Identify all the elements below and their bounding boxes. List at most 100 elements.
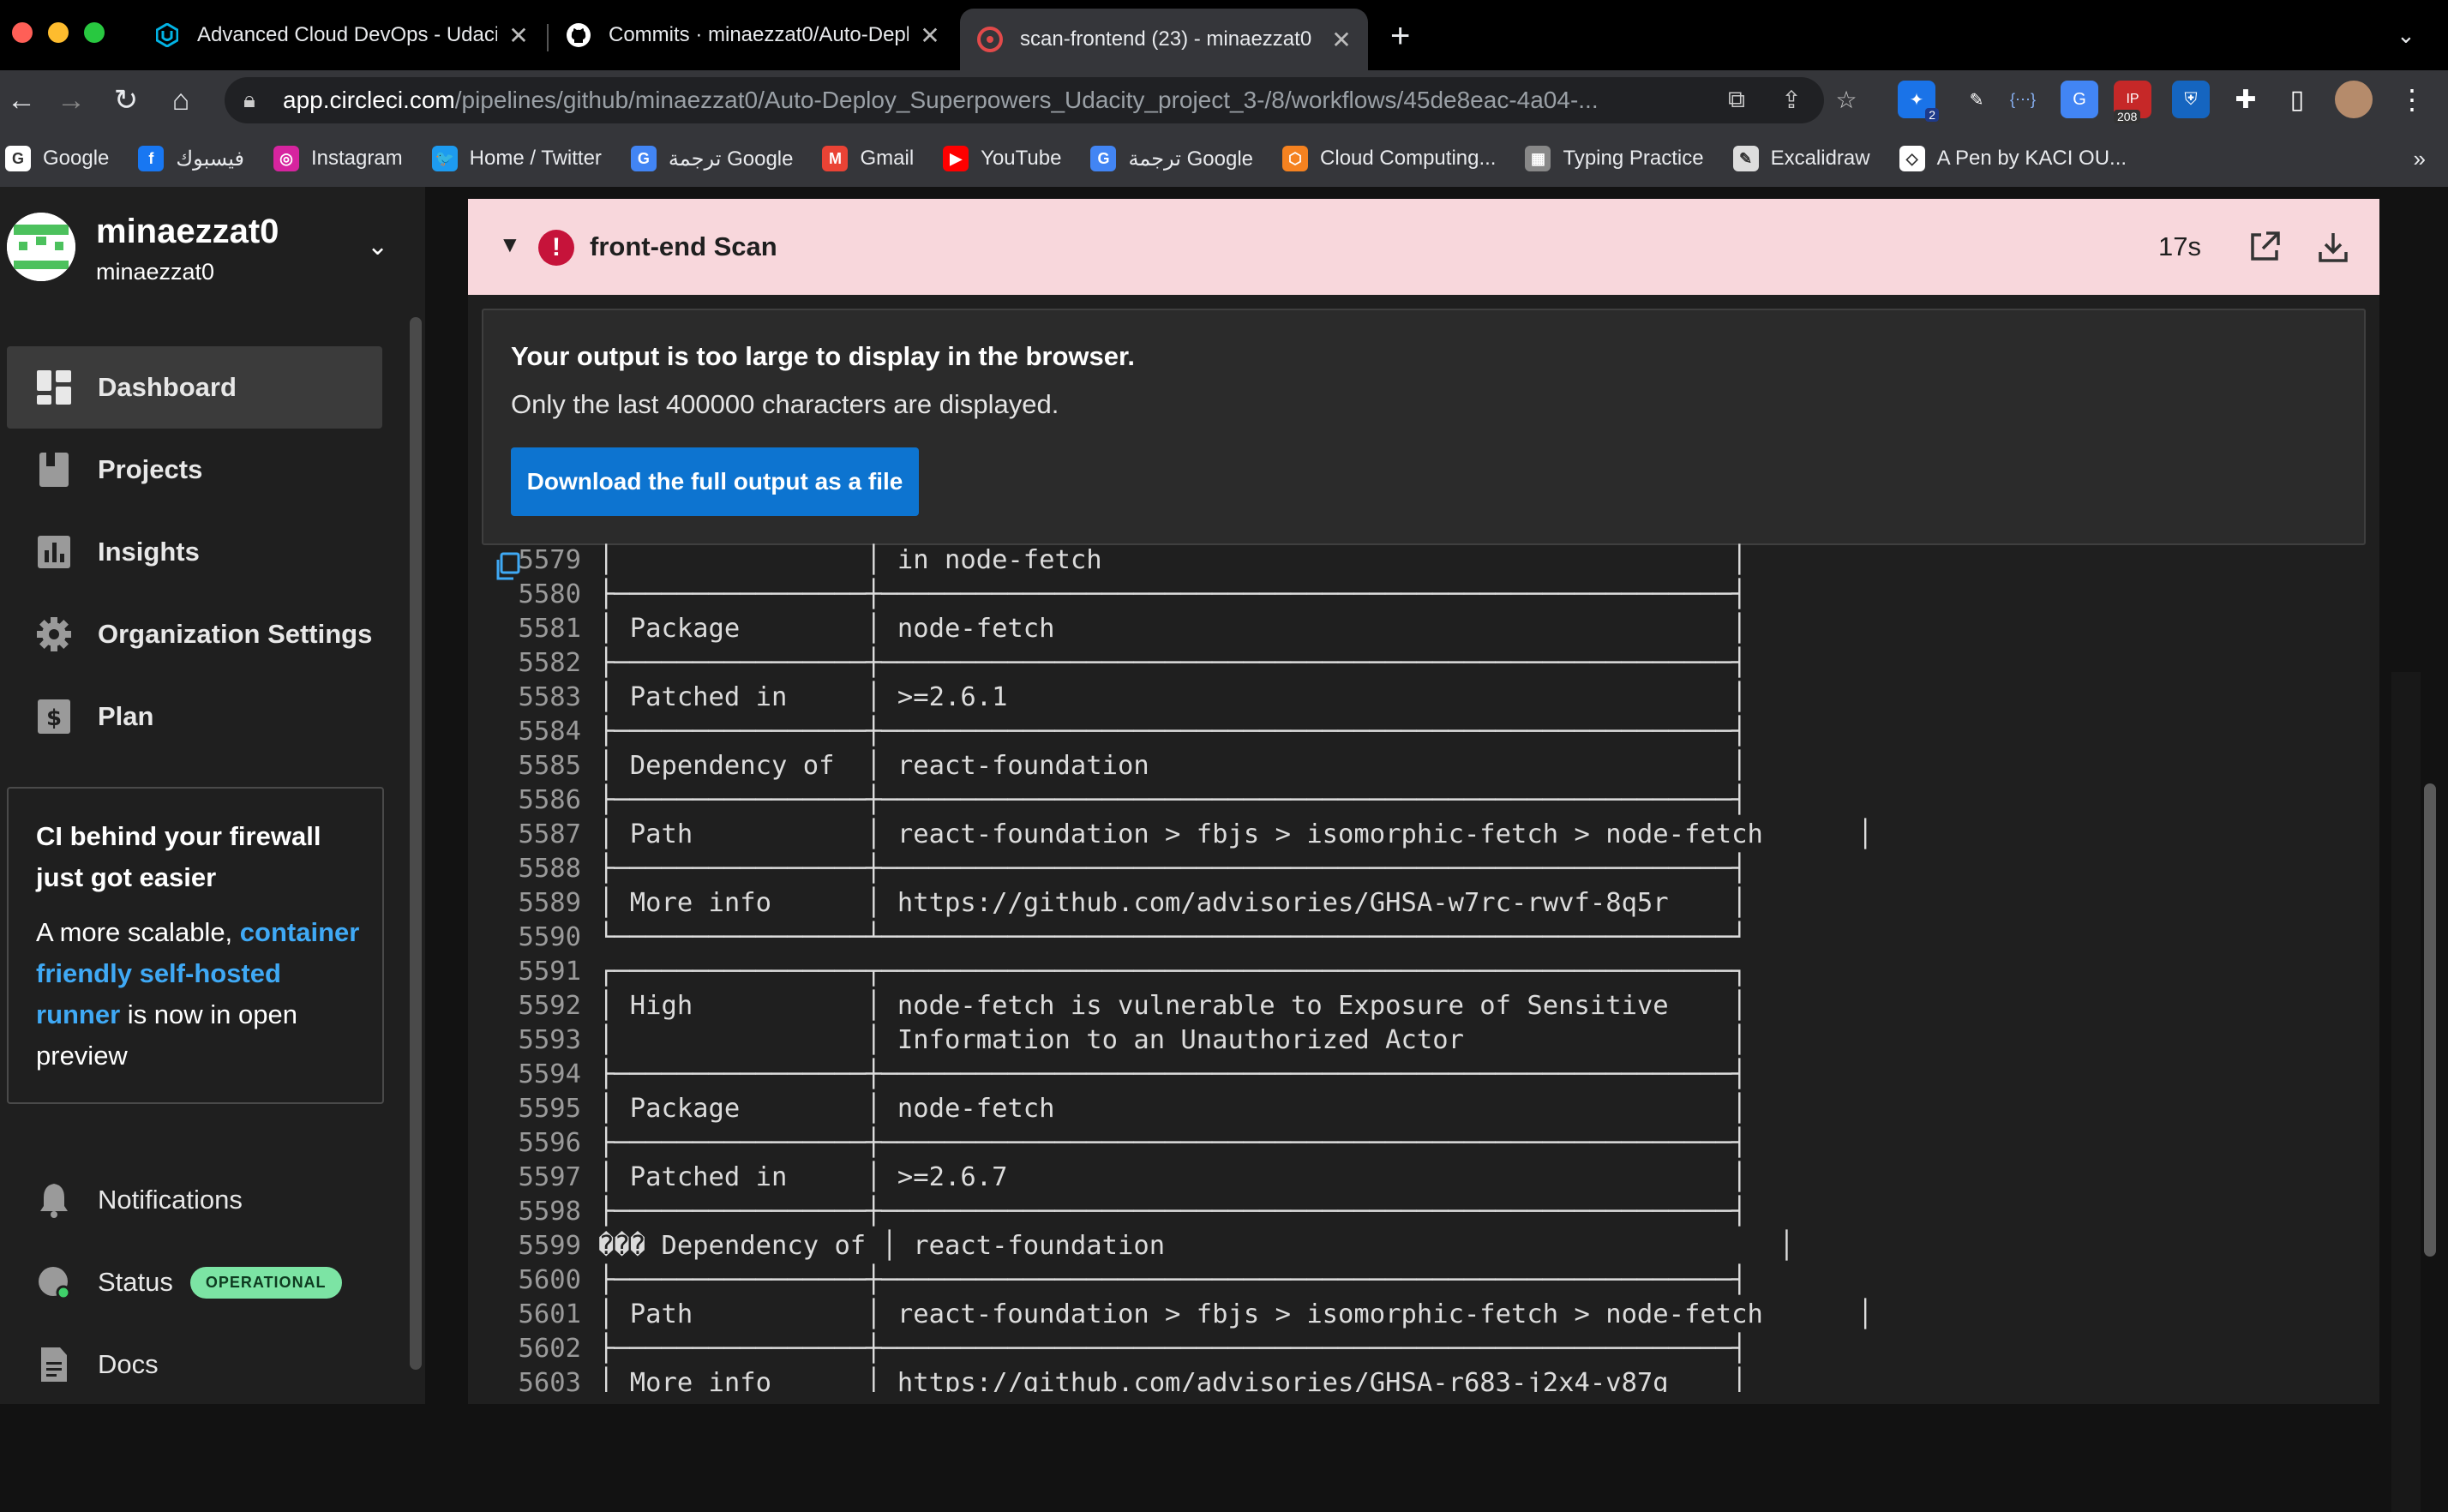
bookmark-item[interactable]: G ترجمة Google — [630, 146, 793, 171]
sidebar-item-docs[interactable]: Docs — [7, 1323, 382, 1406]
line-number: 5585 — [518, 751, 581, 781]
line-number: 5583 — [518, 682, 581, 712]
tab-github-commits[interactable]: Commits · minaezzat0/Auto-Deploy ✕ — [566, 9, 943, 62]
bookmark-favicon-icon: f — [138, 146, 165, 171]
output-truncated-notice: Your output is too large to display in t… — [482, 309, 2366, 545]
sidebar-item-label: Insights — [98, 537, 200, 567]
bookmark-item[interactable]: ⬡ Cloud Computing... — [1282, 146, 1496, 171]
sidebar-item-plan[interactable]: $ Plan — [7, 675, 382, 758]
avatar[interactable] — [2335, 81, 2373, 118]
line-text: │ More info │ https://github.com/advisor… — [598, 1368, 1748, 1392]
main-scrollbar[interactable] — [2424, 783, 2436, 1257]
bookmark-item[interactable]: M Gmail — [822, 146, 914, 171]
org-switcher[interactable]: minaezzat0 minaezzat0 ⌄ — [0, 187, 425, 314]
bookmark-item[interactable]: ◇ A Pen by KACI OU... — [1899, 146, 2127, 171]
line-text: │ Package │ node-fetch │ — [598, 1094, 1748, 1124]
close-icon[interactable]: ✕ — [1329, 26, 1354, 54]
bookmark-star-icon[interactable]: ☆ — [1829, 82, 1863, 117]
projects-icon — [34, 450, 74, 489]
line-number: 5590 — [518, 922, 581, 952]
puzzle-icon[interactable]: ✚ — [2227, 81, 2265, 118]
bookmark-label: Instagram — [310, 147, 403, 170]
url-host: app.circleci.com — [283, 87, 455, 113]
bookmark-item[interactable]: ▦ Typing Practice — [1525, 146, 1704, 171]
lock-icon: 🔒︎ — [243, 87, 255, 112]
gear-icon — [34, 615, 74, 654]
bookmark-item[interactable]: G ترجمة Google — [1090, 146, 1253, 171]
line-number: 5581 — [518, 614, 581, 644]
line-text: │ │ Information to an Unauthorized Actor… — [598, 1025, 1748, 1055]
sidebar: minaezzat0 minaezzat0 ⌄ Dashboard Projec… — [0, 187, 425, 1404]
promo-body-pre: A more scalable, — [36, 917, 240, 947]
pen-extension-icon[interactable]: ✎ — [1958, 81, 1995, 118]
back-icon[interactable]: ← — [0, 79, 43, 122]
sidebar-item-dashboard[interactable]: Dashboard — [7, 346, 382, 429]
sidebar-item-label: Organization Settings — [98, 619, 373, 649]
line-text: ├────────────────┼──────────────────────… — [598, 854, 1748, 884]
line-text: ├────────────────┼──────────────────────… — [598, 579, 1748, 609]
chevron-down-icon[interactable]: ⌄ — [367, 231, 388, 261]
sidebar-item-label: Status — [98, 1267, 173, 1297]
open-external-icon[interactable] — [2241, 223, 2289, 271]
bookmark-item[interactable]: G Google — [5, 146, 109, 171]
close-icon[interactable]: ✕ — [506, 21, 531, 50]
bookmark-favicon-icon: ⬡ — [1282, 146, 1309, 171]
sidepanel-icon[interactable]: ▯ — [2278, 81, 2316, 118]
bookmark-favicon-icon: G — [5, 146, 31, 171]
sidebar-item-label: Docs — [98, 1349, 159, 1379]
bookmark-favicon-icon: M — [822, 146, 849, 171]
close-icon[interactable]: ✕ — [917, 21, 943, 50]
share-icon[interactable]: ⇪ — [1774, 82, 1809, 117]
promo-body: A more scalable, container friendly self… — [36, 912, 362, 1077]
bookmark-item[interactable]: ▶ YouTube — [943, 146, 1061, 171]
bookmark-item[interactable]: 🐦 Home / Twitter — [431, 146, 602, 171]
extension-badge: 208 — [2114, 110, 2141, 123]
job-step-header[interactable]: ▼ ! front-end Scan 17s — [468, 199, 2379, 295]
maximize-window-button[interactable] — [84, 22, 105, 43]
extension-icon[interactable]: ✦ 2 — [1898, 81, 1939, 122]
line-number: 5597 — [518, 1162, 581, 1192]
line-number: 5599 — [518, 1231, 581, 1261]
new-tab-button[interactable]: + — [1390, 17, 1410, 56]
sidebar-item-notifications[interactable]: Notifications — [7, 1159, 382, 1241]
docs-icon — [34, 1345, 74, 1384]
bookmark-item[interactable]: f فيسبوك — [138, 146, 244, 171]
translate-icon[interactable]: ⧉ — [1719, 82, 1754, 117]
close-window-button[interactable] — [12, 22, 33, 43]
log-output: 5579 │ │ in node-fetch │ 5580 ├────────────… — [494, 543, 2362, 1392]
download-icon[interactable] — [2309, 223, 2357, 271]
github-icon — [566, 22, 591, 48]
shield-extension-icon[interactable]: ⛨ — [2172, 81, 2210, 118]
kebab-menu-icon[interactable]: ⋮ — [2393, 81, 2431, 118]
sidebar-item-label: Dashboard — [98, 372, 237, 402]
ip-extension-icon[interactable]: IP 208 — [2114, 81, 2151, 123]
code-extension-icon[interactable]: {⋯} — [2004, 81, 2042, 118]
minimize-window-button[interactable] — [48, 22, 69, 43]
bookmark-item[interactable]: ✎ Excalidraw — [1732, 146, 1870, 171]
tab-circleci-active[interactable]: scan-frontend (23) - minaezzat0 ✕ — [960, 9, 1368, 70]
bookmark-item[interactable]: ◎ Instagram — [273, 146, 403, 171]
collapse-triangle-icon[interactable]: ▼ — [499, 231, 521, 258]
home-icon[interactable]: ⌂ — [159, 79, 202, 122]
bookmark-favicon-icon: ✎ — [1732, 146, 1759, 171]
line-text: │ High │ node-fetch is vulnerable to Exp… — [598, 991, 1748, 1021]
reload-icon[interactable]: ↻ — [105, 79, 147, 122]
translate-extension-icon[interactable]: G — [2061, 81, 2098, 118]
sidebar-item-label: Projects — [98, 454, 203, 484]
download-full-output-button[interactable]: Download the full output as a file — [511, 447, 919, 516]
sidebar-item-insights[interactable]: Insights — [7, 511, 382, 593]
bookmarks-overflow-button[interactable]: » — [2414, 146, 2426, 172]
bookmark-label: Typing Practice — [1563, 147, 1704, 170]
sidebar-item-projects[interactable]: Projects — [7, 429, 382, 511]
chevron-down-icon[interactable]: ⌄ — [2397, 22, 2415, 49]
sidebar-scrollbar[interactable] — [410, 317, 422, 1370]
line-text: ├────────────────┼──────────────────────… — [598, 1128, 1748, 1158]
forward-icon[interactable]: → — [50, 79, 93, 122]
promo-card: CI behind your firewall just got easier … — [7, 787, 384, 1104]
tab-udacity[interactable]: Advanced Cloud DevOps - Udacity ✕ — [154, 9, 531, 62]
line-text: │ │ in node-fetch │ — [598, 545, 1748, 575]
sidebar-item-organization-settings[interactable]: Organization Settings — [7, 593, 382, 675]
address-bar[interactable]: 🔒︎ app.circleci.com /pipelines/github/mi… — [225, 77, 1824, 123]
sidebar-item-status[interactable]: Status OPERATIONAL — [7, 1241, 382, 1323]
org-avatar — [7, 213, 75, 281]
